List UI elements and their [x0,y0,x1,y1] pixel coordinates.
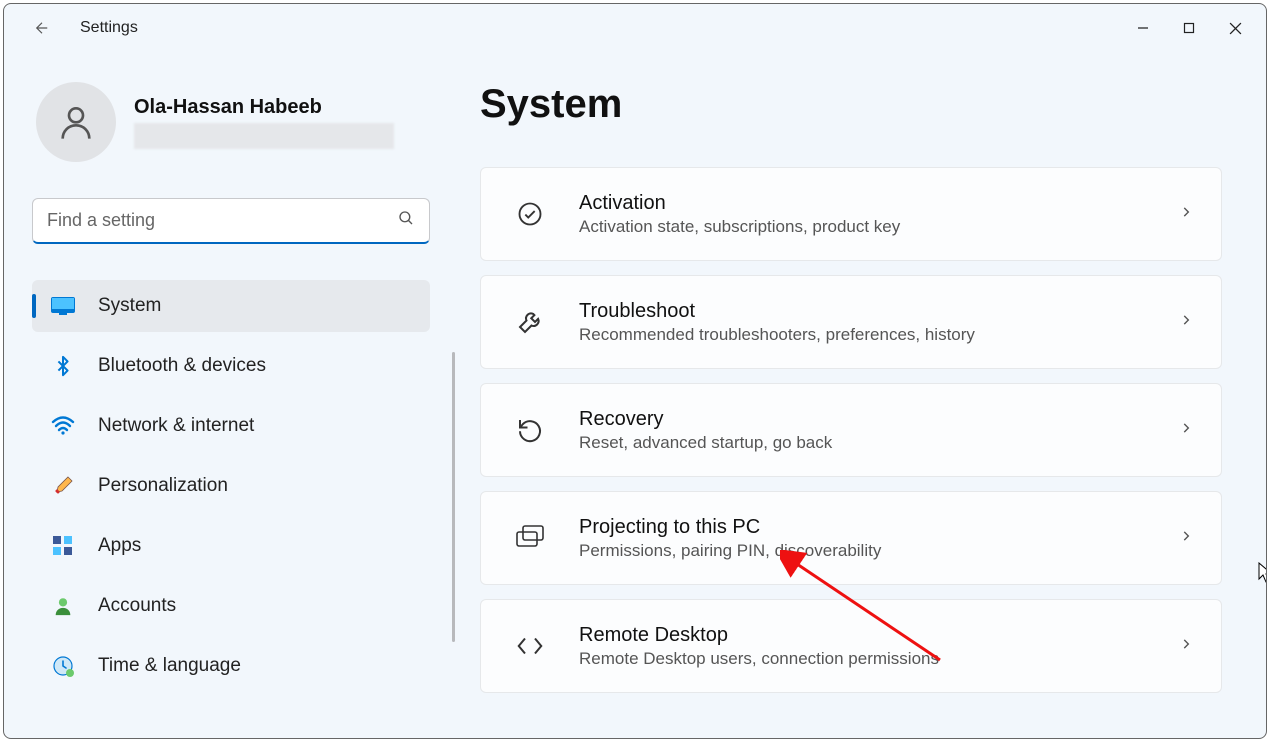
content-area: Ola-Hassan Habeeb System [4,52,1266,738]
search-input[interactable] [47,210,397,231]
minimize-icon [1137,22,1149,34]
titlebar: Settings [4,4,1266,52]
sidebar-item-label: Personalization [98,475,228,497]
wrench-icon [509,307,551,337]
minimize-button[interactable] [1120,12,1166,44]
close-button[interactable] [1212,12,1258,44]
window-title: Settings [80,19,138,37]
maximize-icon [1183,22,1195,34]
sidebar-item-label: Accounts [98,595,176,617]
card-title: Projecting to this PC [579,516,1179,539]
sidebar-item-network[interactable]: Network & internet [32,400,430,452]
sidebar-item-label: Time & language [98,655,241,677]
chevron-right-icon [1179,205,1193,224]
apps-icon [50,533,76,559]
person-icon [56,102,96,142]
search-box[interactable] [32,198,430,244]
wifi-icon [50,413,76,439]
card-subtitle: Activation state, subscriptions, product… [579,217,1179,237]
back-button[interactable] [22,8,62,48]
avatar [36,82,116,162]
nav-list: System Bluetooth & devices Network & int… [32,280,432,692]
chevron-right-icon [1179,313,1193,332]
sidebar-item-apps[interactable]: Apps [32,520,430,572]
card-recovery[interactable]: Recovery Reset, advanced startup, go bac… [480,383,1222,477]
arrow-left-icon [33,19,51,37]
sidebar-item-label: Apps [98,535,141,557]
card-subtitle: Remote Desktop users, connection permiss… [579,649,1179,669]
person-icon [50,593,76,619]
sidebar-item-label: System [98,295,161,317]
card-activation[interactable]: Activation Activation state, subscriptio… [480,167,1222,261]
chevron-right-icon [1179,529,1193,548]
card-subtitle: Permissions, pairing PIN, discoverabilit… [579,541,1179,561]
sidebar-item-bluetooth[interactable]: Bluetooth & devices [32,340,430,392]
sidebar: Ola-Hassan Habeeb System [32,82,432,738]
settings-window: Settings Ola-Hassan Habeeb [3,3,1267,739]
sidebar-item-label: Bluetooth & devices [98,355,266,377]
card-title: Troubleshoot [579,300,1179,323]
brush-icon [50,473,76,499]
sidebar-item-personalization[interactable]: Personalization [32,460,430,512]
chevron-right-icon [1179,421,1193,440]
card-troubleshoot[interactable]: Troubleshoot Recommended troubleshooters… [480,275,1222,369]
card-subtitle: Recommended troubleshooters, preferences… [579,325,1179,345]
main-panel: System Activation Activation state, subs… [480,82,1230,738]
check-circle-icon [509,200,551,228]
sidebar-item-label: Network & internet [98,415,254,437]
close-icon [1229,22,1242,35]
profile-block[interactable]: Ola-Hassan Habeeb [32,82,432,162]
chevron-right-icon [1179,637,1193,656]
window-controls [1120,12,1258,44]
search-icon [397,209,415,232]
bluetooth-icon [50,353,76,379]
recovery-icon [509,415,551,445]
clock-icon [50,653,76,679]
maximize-button[interactable] [1166,12,1212,44]
remote-icon [509,631,551,661]
page-title: System [480,82,1222,127]
project-icon [509,524,551,552]
profile-name: Ola-Hassan Habeeb [134,96,394,119]
sidebar-scrollbar[interactable] [452,352,455,642]
card-projecting[interactable]: Projecting to this PC Permissions, pairi… [480,491,1222,585]
monitor-icon [50,293,76,319]
card-title: Activation [579,192,1179,215]
profile-email-redacted [134,123,394,149]
card-subtitle: Reset, advanced startup, go back [579,433,1179,453]
card-title: Recovery [579,408,1179,431]
sidebar-item-accounts[interactable]: Accounts [32,580,430,632]
card-remote[interactable]: Remote Desktop Remote Desktop users, con… [480,599,1222,693]
sidebar-item-time[interactable]: Time & language [32,640,430,692]
card-title: Remote Desktop [579,624,1179,647]
sidebar-item-system[interactable]: System [32,280,430,332]
